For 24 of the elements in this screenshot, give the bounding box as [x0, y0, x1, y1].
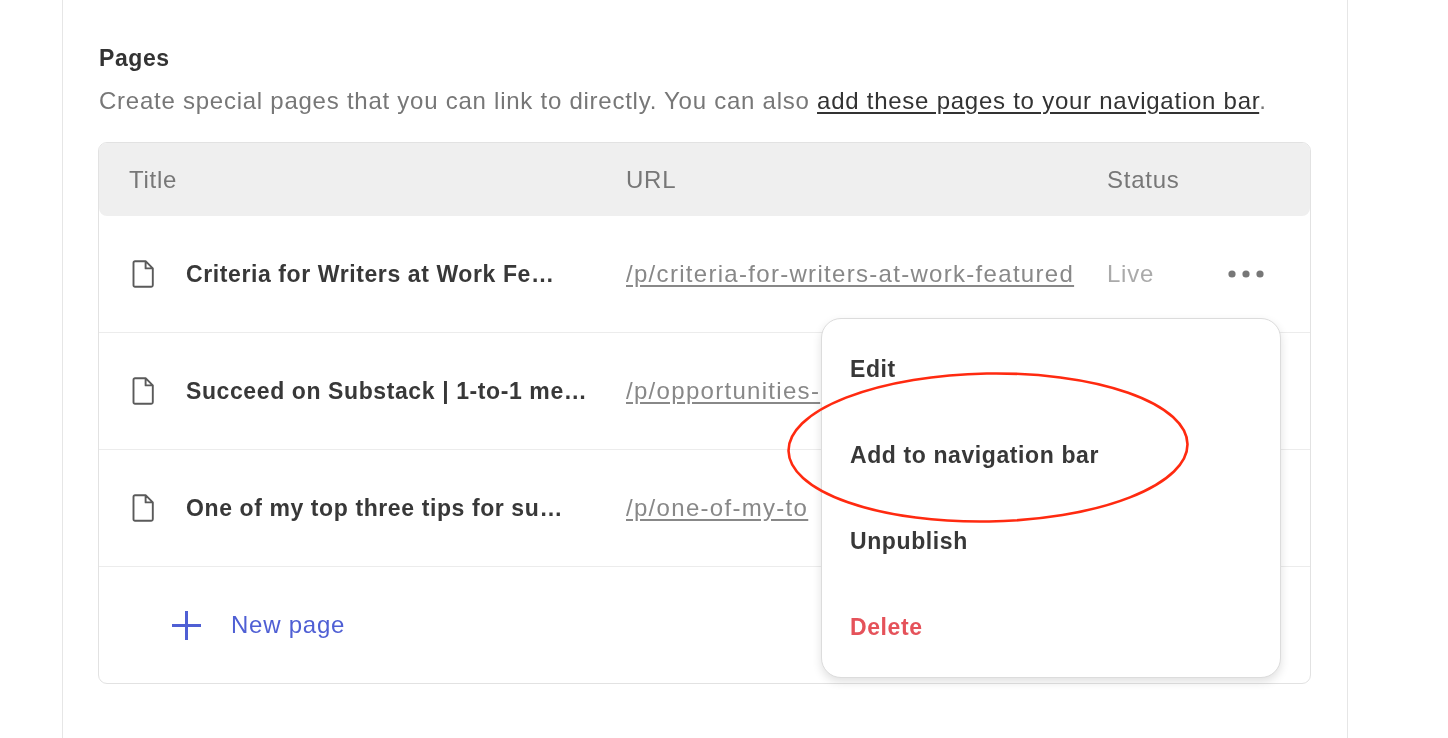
menu-item[interactable]: Unpublish [822, 498, 1280, 584]
status-text: Live [1107, 260, 1155, 288]
column-header: Title [129, 165, 178, 194]
menu-item[interactable]: Add to navigation bar [822, 412, 1280, 498]
section-title: Pages [99, 45, 171, 71]
column-header: Status [1107, 165, 1180, 194]
document-icon [132, 377, 154, 405]
more-button[interactable] [1228, 270, 1264, 278]
page-url-link[interactable]: /p/opportunities- [626, 377, 821, 405]
page-title: One of my top three tips for su… [186, 494, 563, 522]
page-title: Succeed on Substack | 1-to-1 me… [186, 377, 588, 405]
page-title: Criteria for Writers at Work Fe… [186, 260, 555, 288]
document-icon [132, 260, 154, 288]
navigation-bar-link[interactable]: add these pages to your navigation bar [817, 87, 1260, 114]
column-header: URL [626, 165, 677, 194]
menu-item[interactable]: Delete [822, 584, 1280, 670]
plus-icon [172, 610, 201, 640]
page-url-link[interactable]: /p/one-of-my-to [626, 494, 809, 522]
ellipsis-icon [1228, 270, 1264, 278]
page-url-link[interactable]: /p/criteria-for-writers-at-work-featured [626, 260, 1075, 288]
menu-item[interactable]: Edit [822, 326, 1280, 412]
section-description: Create special pages that you can link to directly. You can also add these pages to your navigation bar. [99, 88, 1268, 114]
new-page-button[interactable]: New page [172, 610, 346, 640]
document-icon [132, 494, 154, 522]
